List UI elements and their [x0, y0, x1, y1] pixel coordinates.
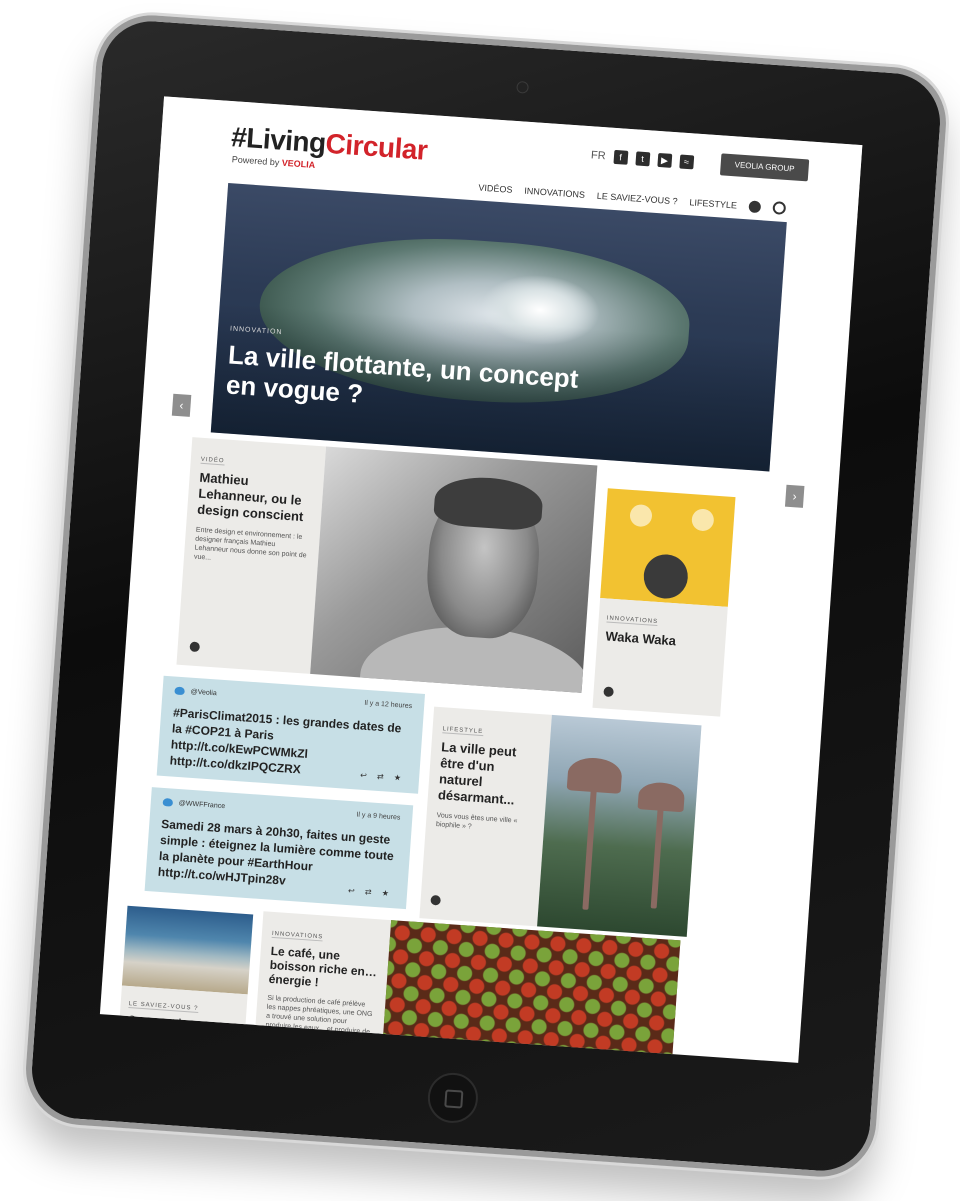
tweet-text: Samedi 28 mars à 20h30, faites un geste … — [157, 816, 395, 888]
carousel-prev-button[interactable]: ‹ — [171, 393, 192, 417]
nav-item-innovations[interactable]: INNOVATIONS — [524, 185, 585, 199]
twitter-bird-icon — [162, 797, 174, 807]
city-card[interactable]: LIFESTYLE La ville peut être d'un nature… — [419, 706, 552, 927]
tweet-actions[interactable]: ↩ ⇄ ★ — [348, 886, 394, 898]
share-icon[interactable] — [430, 894, 441, 906]
hero-banner[interactable]: INNOVATION La ville flottante, un concep… — [210, 183, 787, 472]
youtube-icon[interactable]: ▶ — [657, 152, 672, 168]
waka-title[interactable]: Waka Waka — [605, 628, 718, 652]
camera-icon — [516, 80, 529, 94]
facebook-icon[interactable]: f — [613, 149, 629, 165]
city-title[interactable]: La ville peut être d'un naturel désarman… — [437, 739, 539, 810]
coffee-card[interactable]: INNOVATIONS Le café, une boisson riche e… — [253, 911, 392, 1063]
charger-icon — [691, 508, 715, 532]
logo-text-circular: Circular — [324, 127, 429, 166]
coffee-tag: INNOVATIONS — [271, 930, 324, 942]
feature-excerpt: Entre design et environnement : le desig… — [193, 526, 307, 562]
supertree-canopy — [566, 756, 623, 794]
tablet-device: #LivingCircular Powered by VEOLIA FR f t… — [22, 11, 950, 1181]
nav-item-le-saviez-vous[interactable]: LE SAVIEZ-VOUS ? — [597, 190, 678, 206]
wetlands-photo[interactable] — [121, 905, 254, 995]
home-button[interactable] — [426, 1071, 480, 1125]
supertree-trunk — [650, 808, 664, 909]
group-button[interactable]: VEOLIA GROUP — [719, 153, 810, 182]
wetlands-card[interactable]: LE SAVIEZ-VOUS ? Que sont les zones humi… — [117, 985, 248, 1055]
share-icon[interactable] — [189, 641, 201, 653]
logo-text-living: #Living — [230, 121, 327, 159]
wetlands-title[interactable]: Que sont les zones humides et pourquoi l… — [125, 1014, 237, 1054]
carousel-next-button[interactable]: › — [784, 484, 805, 508]
coffee-beans-photo[interactable] — [380, 920, 681, 1063]
portrait-hair — [432, 474, 545, 532]
powered-by-label: Powered by — [231, 154, 280, 168]
rss-icon[interactable]: ≈ — [678, 154, 694, 170]
coffee-excerpt: Si la production de café prélève les nap… — [264, 994, 373, 1040]
twitter-icon[interactable]: t — [635, 151, 651, 167]
supertree-trunk — [582, 789, 597, 910]
tweet-time: Il y a 9 heures — [356, 811, 401, 822]
social-links: FR f t ▶ ≈ — [591, 148, 694, 170]
lamp-icon — [629, 503, 653, 528]
city-tag: LIFESTYLE — [442, 726, 484, 737]
feature-card[interactable]: VIDÉO Mathieu Lehanneur, ou le design co… — [176, 437, 327, 674]
scene: #LivingCircular Powered by VEOLIA FR f t… — [0, 0, 960, 1201]
waka-tag: INNOVATIONS — [606, 615, 659, 627]
tweet-handle-text[interactable]: @Veolia — [190, 688, 217, 697]
supertree-canopy — [637, 781, 686, 813]
powered-by-brand: VEOLIA — [281, 157, 316, 171]
waka-card[interactable]: INNOVATIONS Waka Waka — [592, 597, 728, 717]
nav-item-videos[interactable]: VIDÉOS — [478, 182, 513, 194]
tweet-card[interactable]: @WWFFrance Il y a 9 heures Samedi 28 mar… — [144, 787, 414, 910]
solar-light-icon — [642, 553, 690, 600]
wetlands-tag: LE SAVIEZ-VOUS ? — [128, 1001, 199, 1013]
supertrees-photo[interactable] — [537, 714, 702, 937]
tweet-card[interactable]: @Veolia Il y a 12 heures #ParisClimat201… — [156, 675, 426, 794]
search-icon[interactable] — [772, 201, 787, 215]
city-excerpt: Vous vous êtes une ville « biophile » ? — [435, 812, 518, 831]
twitter-bird-icon — [174, 686, 185, 696]
nav-item-lifestyle[interactable]: LIFESTYLE — [689, 197, 737, 210]
coffee-title[interactable]: Le café, une boisson riche en… énergie ! — [268, 944, 379, 993]
tablet-screen: #LivingCircular Powered by VEOLIA FR f t… — [99, 96, 863, 1063]
user-icon[interactable] — [748, 199, 762, 213]
feature-title[interactable]: Mathieu Lehanneur, ou le design conscien… — [197, 470, 314, 526]
share-icon[interactable] — [603, 686, 614, 698]
portrait-photo[interactable] — [310, 446, 598, 693]
waka-image[interactable] — [600, 488, 736, 607]
feature-tag: VIDÉO — [200, 456, 225, 466]
language-label[interactable]: FR — [591, 149, 606, 162]
tweet-handle-text[interactable]: @WWFFrance — [179, 800, 226, 810]
